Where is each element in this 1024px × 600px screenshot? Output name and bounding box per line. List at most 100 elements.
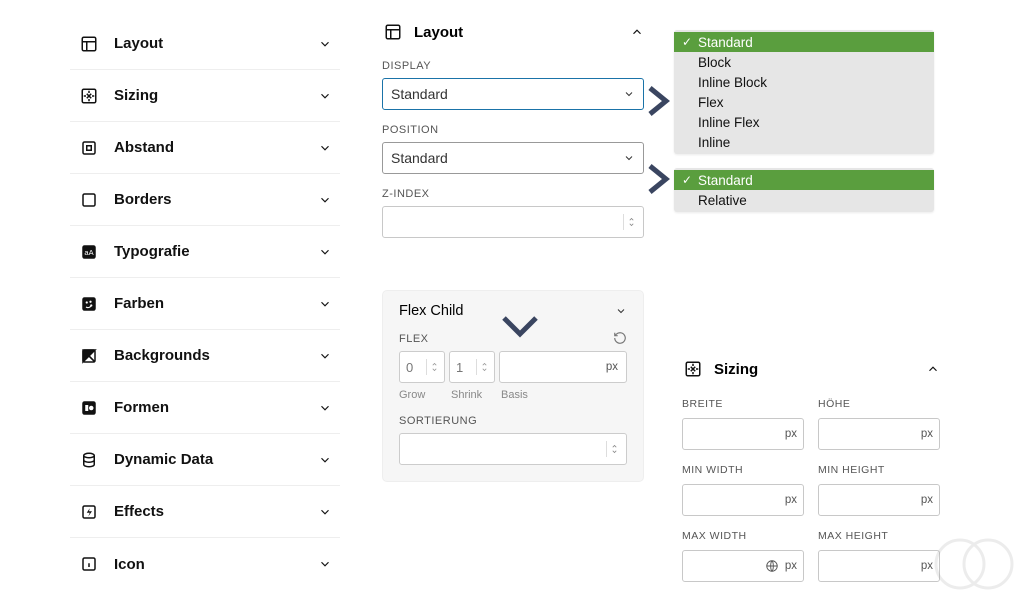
sidebar-item-formen[interactable]: Formen (70, 382, 340, 434)
dropdown-option[interactable]: Inline Flex (674, 112, 934, 132)
stepper-icon[interactable] (426, 359, 438, 375)
shrink-label: Shrink (449, 389, 495, 401)
flex-shrink-value: 1 (456, 360, 463, 375)
effects-icon (78, 501, 100, 523)
chevron-down-icon (623, 88, 635, 100)
hoehe-input[interactable]: px (818, 418, 940, 450)
dropdown-option[interactable]: Inline (674, 132, 934, 152)
hoehe-label: HÖHE (818, 398, 940, 410)
reset-icon[interactable] (613, 331, 627, 345)
palette-icon (78, 293, 100, 315)
stepper-icon[interactable] (476, 359, 488, 375)
sidebar-item-typografie[interactable]: aA Typografie (70, 226, 340, 278)
style-sections-sidebar: Layout Sizing Abstand Borders aA Typogra… (70, 18, 340, 590)
grow-label: Grow (399, 389, 445, 401)
stepper-icon[interactable] (606, 441, 618, 457)
arrow-hint-icon (648, 86, 676, 121)
watermark-icon (932, 536, 1018, 592)
panel-title: Sizing (714, 361, 926, 378)
sidebar-item-label: Borders (114, 191, 318, 208)
minwidth-input[interactable]: px (682, 484, 804, 516)
panel-title: Layout (414, 24, 630, 41)
chevron-down-icon (318, 349, 332, 363)
sidebar-item-label: Backgrounds (114, 347, 318, 364)
chevron-down-icon (318, 557, 332, 571)
sizing-panel-header[interactable]: Sizing (682, 358, 940, 380)
info-icon (78, 553, 100, 575)
dropdown-option[interactable]: Standard (674, 170, 934, 190)
display-select-value: Standard (391, 86, 623, 102)
sidebar-item-label: Typografie (114, 243, 318, 260)
sort-label: SORTIERUNG (399, 415, 627, 427)
minheight-input[interactable]: px (818, 484, 940, 516)
chevron-down-icon (318, 245, 332, 259)
position-select[interactable]: Standard (382, 142, 644, 174)
dropdown-option[interactable]: Flex (674, 92, 934, 112)
zindex-input[interactable] (382, 206, 644, 238)
sidebar-item-sizing[interactable]: Sizing (70, 70, 340, 122)
chevron-up-icon (926, 362, 940, 376)
flex-inputs-row: 0 1 px (399, 351, 627, 383)
chevron-down-icon (318, 453, 332, 467)
chevron-down-icon (318, 141, 332, 155)
sidebar-item-layout[interactable]: Layout (70, 18, 340, 70)
typography-icon: aA (78, 241, 100, 263)
spacing-icon (78, 137, 100, 159)
maxheight-input[interactable]: px (818, 550, 940, 582)
svg-text:aA: aA (84, 248, 93, 257)
flex-grow-input[interactable]: 0 (399, 351, 445, 383)
breite-input[interactable]: px (682, 418, 804, 450)
sizing-icon (78, 85, 100, 107)
sidebar-item-abstand[interactable]: Abstand (70, 122, 340, 174)
stepper-icon[interactable] (623, 214, 635, 230)
minwidth-label: MIN WIDTH (682, 464, 804, 476)
sizing-panel: Sizing BREITE HÖHE px px MIN WIDTH MIN H… (682, 358, 940, 582)
sidebar-item-label: Dynamic Data (114, 451, 318, 468)
maxwidth-input[interactable]: px (682, 550, 804, 582)
arrow-hint-icon (648, 164, 676, 199)
breite-label: BREITE (682, 398, 804, 410)
sidebar-item-icon[interactable]: Icon (70, 538, 340, 590)
sidebar-item-farben[interactable]: Farben (70, 278, 340, 330)
dropdown-option[interactable]: Standard (674, 32, 934, 52)
sidebar-item-label: Sizing (114, 87, 318, 104)
position-label: POSITION (382, 124, 644, 136)
background-icon (78, 345, 100, 367)
zindex-label: Z-INDEX (382, 188, 644, 200)
layout-panel: Layout DISPLAY Standard POSITION Standar… (382, 18, 644, 238)
chevron-down-icon (318, 89, 332, 103)
globe-icon[interactable] (765, 559, 779, 573)
sidebar-item-borders[interactable]: Borders (70, 174, 340, 226)
layout-panel-header[interactable]: Layout (382, 18, 644, 46)
maxwidth-label: MAX WIDTH (682, 530, 804, 542)
sidebar-item-label: Abstand (114, 139, 318, 156)
sidebar-item-label: Icon (114, 556, 318, 573)
dropdown-option[interactable]: Inline Block (674, 72, 934, 92)
database-icon (78, 449, 100, 471)
sidebar-item-effects[interactable]: Effects (70, 486, 340, 538)
chevron-up-icon (630, 25, 644, 39)
sidebar-item-label: Effects (114, 503, 318, 520)
flex-shrink-input[interactable]: 1 (449, 351, 495, 383)
position-dropdown-menu: Standard Relative (674, 168, 934, 212)
flex-label: FLEX (399, 333, 429, 345)
dropdown-option[interactable]: Relative (674, 190, 934, 210)
sidebar-item-dynamic-data[interactable]: Dynamic Data (70, 434, 340, 486)
chevron-down-icon (318, 297, 332, 311)
chevron-down-icon (318, 37, 332, 51)
sizing-icon (682, 358, 704, 380)
chevron-down-icon (318, 401, 332, 415)
chevron-down-icon (318, 193, 332, 207)
basis-label: Basis (499, 389, 627, 401)
display-dropdown-menu: Standard Block Inline Block Flex Inline … (674, 30, 934, 154)
minheight-label: MIN HEIGHT (818, 464, 940, 476)
sidebar-item-label: Layout (114, 35, 318, 52)
display-select[interactable]: Standard (382, 78, 644, 110)
sort-input[interactable] (399, 433, 627, 465)
flex-basis-input[interactable]: px (499, 351, 627, 383)
position-select-value: Standard (391, 150, 623, 166)
sidebar-item-backgrounds[interactable]: Backgrounds (70, 330, 340, 382)
dropdown-option[interactable]: Block (674, 52, 934, 72)
chevron-down-icon (623, 152, 635, 164)
flex-basis-unit: px (606, 361, 618, 373)
